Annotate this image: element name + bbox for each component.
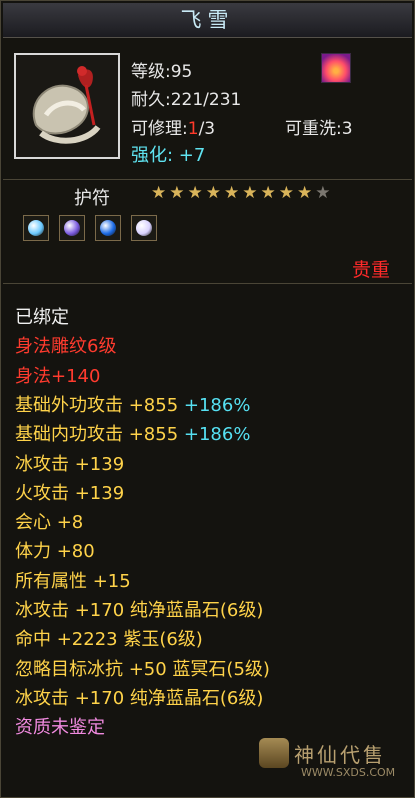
gem-purple-icon[interactable]: [59, 215, 85, 241]
item-tooltip: 飞雪 等级:95 耐久:221/231 可修理:1/3 可重洗:3 强化: +7…: [0, 0, 415, 798]
stat-bonus: +186%: [178, 424, 251, 445]
precious-label: 贵重: [351, 259, 390, 281]
stat-line: 身法雕纹6级: [15, 336, 117, 357]
gem-blue-icon[interactable]: [95, 215, 121, 241]
item-portrait: [14, 53, 120, 159]
stat-line: 资质未鉴定: [15, 717, 105, 738]
stat-line: 命中 +2223 紫玉(6级): [15, 629, 203, 650]
amulet-label: 护符: [74, 188, 110, 209]
stat-line: 已绑定: [15, 307, 69, 328]
item-stats: 已绑定身法雕纹6级 身法+140 基础外功攻击 +855 +186% 基础内功攻击 +…: [3, 285, 412, 797]
gem-diamond-icon[interactable]: [23, 215, 49, 241]
watermark-logo-icon: [259, 738, 289, 768]
star-filled-icon: ★: [169, 183, 188, 203]
star-filled-icon: ★: [205, 183, 224, 203]
stat-line: 所有属性 +15: [15, 571, 131, 592]
stat-line: 冰攻击 +170 纯净蓝晶石(6级): [15, 600, 264, 621]
star-rating: ★★★★★★★★★★: [151, 183, 334, 203]
stat-line: 冰攻击 +170 纯净蓝晶石(6级): [15, 688, 264, 709]
stat-line: 基础内功攻击 +855 +186%: [15, 424, 251, 445]
stat-line: 体力 +80: [15, 541, 95, 562]
star-filled-icon: ★: [187, 183, 206, 203]
durability-text: 耐久:221/231: [131, 90, 242, 110]
star-filled-icon: ★: [278, 183, 297, 203]
star-filled-icon: ★: [260, 183, 279, 203]
stat-line: 会心 +8: [15, 512, 84, 533]
repair-text: 可修理:1/3: [131, 119, 216, 139]
item-header: 等级:95 耐久:221/231 可修理:1/3 可重洗:3 强化: +7: [3, 39, 412, 180]
gem-pearl-icon[interactable]: [131, 215, 157, 241]
amulet-section: 护符 ★★★★★★★★★★ 贵重: [3, 181, 412, 284]
star-empty-icon: ★: [315, 183, 334, 203]
star-filled-icon: ★: [242, 183, 261, 203]
watermark-text: 神仙代售: [294, 743, 386, 767]
watermark-url: WWW.SXDS.COM: [301, 766, 396, 779]
repair-current: 1: [187, 119, 199, 139]
stat-line: 身法+140: [15, 366, 101, 387]
stat-line: 冰攻击 +139: [15, 454, 125, 475]
star-filled-icon: ★: [151, 183, 170, 203]
star-filled-icon: ★: [224, 183, 243, 203]
rewash-text: 可重洗:3: [285, 119, 353, 139]
enhance-text: 强化: +7: [131, 145, 206, 166]
item-title: 飞雪: [3, 3, 412, 38]
stat-line: 基础外功攻击 +855 +186%: [15, 395, 251, 416]
stat-line: 火攻击 +139: [15, 483, 125, 504]
level-text: 等级:95: [131, 62, 193, 82]
stat-bonus: +186%: [178, 395, 251, 416]
class-emblem-icon: [321, 53, 351, 83]
stat-line: 忽略目标冰抗 +50 蓝冥石(5级): [15, 659, 270, 680]
star-filled-icon: ★: [297, 183, 316, 203]
